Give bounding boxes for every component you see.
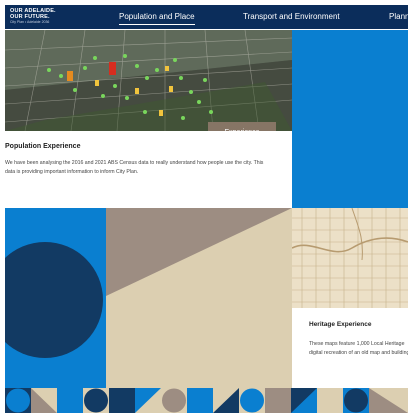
top-nav: OUR ADELAIDE. OUR FUTURE. City Plan • Ad… bbox=[5, 5, 408, 29]
heritage-description-line-1: These maps feature 1,000 Local Heritage bbox=[309, 341, 405, 347]
brand-subtitle: City Plan • Adelaide 2036 bbox=[10, 20, 50, 24]
geometric-art-block bbox=[5, 208, 292, 388]
population-title: Population Experience bbox=[5, 143, 81, 150]
population-aerial-map[interactable] bbox=[5, 30, 292, 131]
nav-item-transport-and-environment[interactable]: Transport and Environment bbox=[243, 12, 340, 21]
heritage-card: Heritage Experience These maps feature 1… bbox=[292, 308, 408, 388]
decorative-pattern-strip bbox=[5, 388, 408, 413]
nav-item-planning[interactable]: Planning bbox=[389, 12, 408, 21]
nav-item-population-and-place[interactable]: Population and Place bbox=[119, 12, 195, 25]
heritage-description: These maps feature 1,000 Local Heritage … bbox=[309, 340, 408, 358]
heritage-description-line-2: digital recreation of an old map and bui… bbox=[309, 350, 408, 356]
blue-color-panel bbox=[292, 30, 408, 208]
brand-logo[interactable]: OUR ADELAIDE. OUR FUTURE. City Plan • Ad… bbox=[10, 8, 80, 25]
heritage-street-map[interactable] bbox=[292, 208, 408, 308]
heritage-title: Heritage Experience bbox=[309, 321, 372, 328]
population-description: We have been analysing the 2016 and 2021… bbox=[5, 160, 264, 175]
population-card: Population Experience We have been analy… bbox=[5, 131, 292, 208]
